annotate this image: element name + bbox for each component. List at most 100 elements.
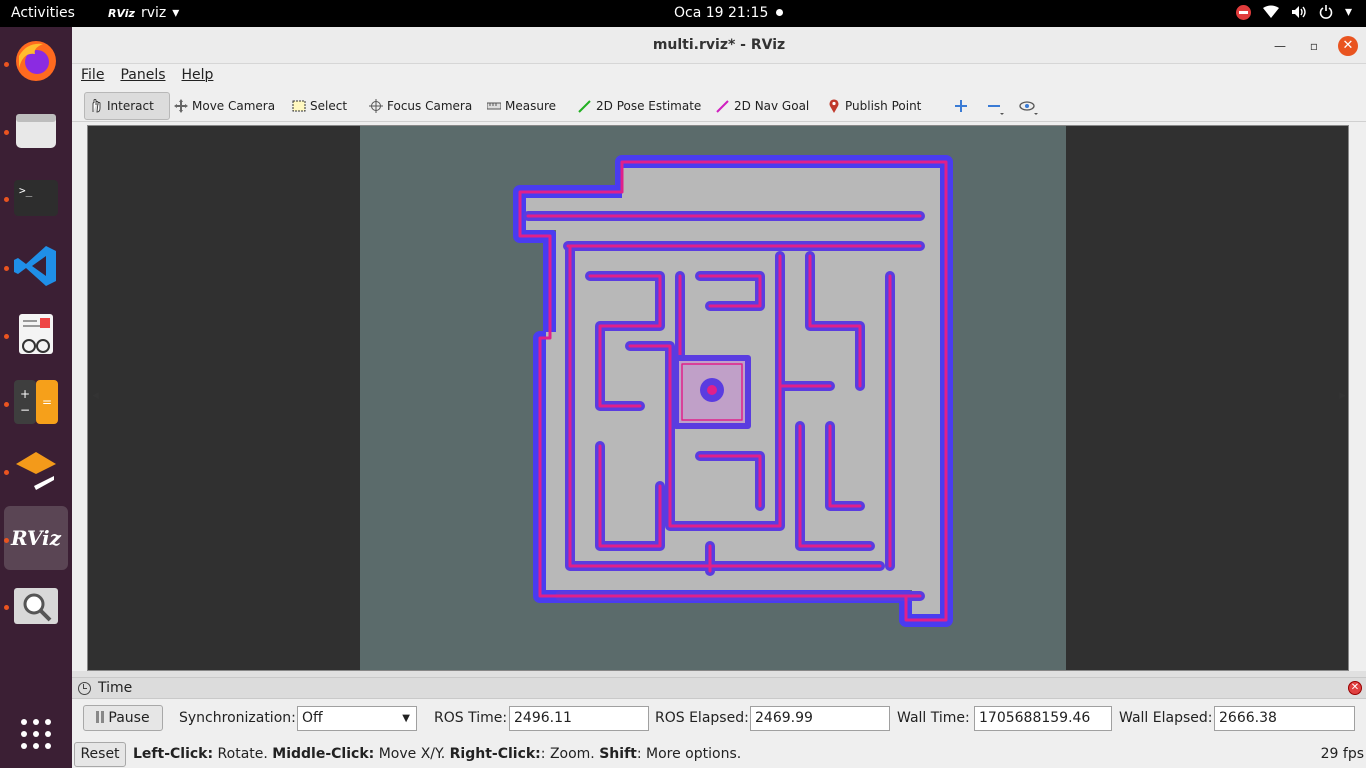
running-indicator <box>4 402 9 407</box>
wifi-icon <box>1262 5 1279 18</box>
shift-desc: : More options. <box>636 746 742 762</box>
ros-elapsed-label: ROS Elapsed: <box>655 710 749 726</box>
calculator-icon[interactable]: + − = <box>13 379 59 425</box>
svg-text:>_: >_ <box>19 184 33 197</box>
volume-icon <box>1291 6 1306 18</box>
pause-button[interactable]: Pause <box>83 705 163 731</box>
reset-button[interactable]: Reset <box>74 742 126 767</box>
minimize-icon[interactable]: — <box>1270 36 1290 56</box>
ros-app-icon[interactable] <box>13 447 59 493</box>
selection-box-icon <box>292 100 306 112</box>
app-menu[interactable]: RViz rviz ▾ <box>108 5 179 21</box>
interact-tool-button[interactable]: Interact <box>84 92 170 120</box>
wall-time-label: Wall Time: <box>897 710 970 726</box>
running-indicator <box>4 197 9 202</box>
select-tool-label: Select <box>310 99 348 113</box>
select-tool-button[interactable]: Select <box>288 92 351 120</box>
time-panel-title: Time <box>98 680 133 696</box>
ros-time-field[interactable]: 2496.11 <box>509 706 649 731</box>
hand-pointer-icon <box>92 99 101 113</box>
move-camera-tool-label: Move Camera <box>192 99 276 113</box>
fps-counter: 29 fps <box>1320 746 1364 762</box>
system-tray[interactable]: ▾ <box>1235 4 1352 20</box>
interact-tool-label: Interact <box>107 99 154 113</box>
rviz-window: multi.rviz* - RViz — ▫ ✕ File Panels Hel… <box>72 27 1366 768</box>
ruler-icon <box>487 102 501 110</box>
map-pin-icon <box>829 99 839 113</box>
rviz-app-logo: RViz <box>108 6 135 20</box>
sync-value: Off <box>302 710 323 726</box>
nav-goal-tool-button[interactable]: 2D Nav Goal <box>712 92 813 120</box>
render-viewport[interactable]: ◀ ▶ <box>87 125 1349 671</box>
clock-icon <box>78 682 91 695</box>
rviz-icon[interactable]: RViz <box>10 515 62 561</box>
wall-elapsed-label: Wall Elapsed: <box>1119 710 1213 726</box>
focus-camera-tool-button[interactable]: Focus Camera <box>365 92 476 120</box>
shift-key: Shift <box>599 746 637 762</box>
pose-estimate-tool-label: 2D Pose Estimate <box>596 99 702 113</box>
left-click-key: Left-Click: <box>133 746 214 762</box>
top-bar: Activities RViz rviz ▾ Oca 19 21:15 ▾ <box>0 0 1366 27</box>
close-panel-icon[interactable]: ✕ <box>1348 681 1362 695</box>
mouse-help-text: Left-Click: Rotate. Middle-Click: Move X… <box>133 746 741 762</box>
rviz-icon-label: RViz <box>10 526 62 550</box>
maze-costmap <box>513 155 953 627</box>
measure-tool-label: Measure <box>505 99 556 113</box>
notification-dot-icon <box>776 9 783 16</box>
running-indicator <box>4 130 9 135</box>
maximize-icon[interactable]: ▫ <box>1304 36 1324 56</box>
add-tool-icon[interactable] <box>954 99 968 113</box>
menu-file[interactable]: File <box>81 67 104 88</box>
eye-icon[interactable] <box>1019 99 1039 117</box>
window-titlebar[interactable]: multi.rviz* - RViz — ▫ ✕ <box>72 27 1366 64</box>
vscode-icon[interactable] <box>13 243 59 289</box>
nav-goal-tool-label: 2D Nav Goal <box>734 99 810 113</box>
move-camera-tool-button[interactable]: Move Camera <box>170 92 279 120</box>
publish-point-tool-button[interactable]: Publish Point <box>823 92 925 120</box>
collapse-left-panel-icon[interactable]: ◀ <box>92 391 99 401</box>
chevron-down-icon: ▼ <box>402 713 410 724</box>
svg-text:=: = <box>42 395 52 409</box>
middle-click-desc: Move X/Y. <box>374 746 450 762</box>
sync-select[interactable]: Off ▼ <box>297 706 417 731</box>
clock[interactable]: Oca 19 21:15 <box>674 5 768 21</box>
app-menu-label: rviz <box>140 5 167 21</box>
running-indicator <box>4 470 9 475</box>
sync-label: Synchronization: <box>179 710 296 726</box>
magenta-arrow-icon <box>716 100 729 113</box>
pause-label: Pause <box>108 710 150 726</box>
image-viewer-icon[interactable] <box>13 583 59 629</box>
power-icon <box>1319 5 1333 19</box>
files-icon[interactable] <box>13 107 59 153</box>
activities-button[interactable]: Activities <box>11 5 75 21</box>
time-panel-row: Pause Synchronization: Off ▼ ROS Time: 2… <box>72 699 1366 733</box>
occupancy-map[interactable] <box>360 126 1066 670</box>
show-apps-icon[interactable] <box>13 711 59 757</box>
publish-point-tool-label: Publish Point <box>845 99 922 113</box>
tool-toolbar: Interact Move Camera Select Focus Camera… <box>72 88 1366 122</box>
firefox-icon[interactable] <box>13 38 59 84</box>
menu-panels[interactable]: Panels <box>120 67 165 88</box>
ros-elapsed-field[interactable]: 2469.99 <box>750 706 890 731</box>
remove-tool-icon[interactable] <box>987 99 1005 117</box>
pose-estimate-tool-button[interactable]: 2D Pose Estimate <box>574 92 705 120</box>
dock: >_ + − = RViz <box>0 27 72 768</box>
menu-help[interactable]: Help <box>182 67 214 88</box>
terminal-icon[interactable]: >_ <box>13 175 59 221</box>
svg-text:+: + <box>20 387 30 401</box>
running-indicator <box>4 334 9 339</box>
wall-elapsed-field[interactable]: 2666.38 <box>1214 706 1355 731</box>
measure-tool-button[interactable]: Measure <box>483 92 560 120</box>
chevron-down-icon: ▾ <box>172 5 180 21</box>
green-arrow-icon <box>578 100 591 113</box>
ros-time-label: ROS Time: <box>434 710 508 726</box>
pause-icon <box>96 711 105 723</box>
document-viewer-icon[interactable] <box>13 311 59 357</box>
middle-click-key: Middle-Click: <box>272 746 375 762</box>
running-indicator <box>4 62 9 67</box>
time-panel-header: Time ✕ <box>72 677 1366 699</box>
wall-time-field[interactable]: 1705688159.46 <box>974 706 1112 731</box>
collapse-right-panel-icon[interactable]: ▶ <box>1339 391 1346 401</box>
close-icon[interactable]: ✕ <box>1338 36 1358 56</box>
menubar: File Panels Help <box>72 64 1366 88</box>
